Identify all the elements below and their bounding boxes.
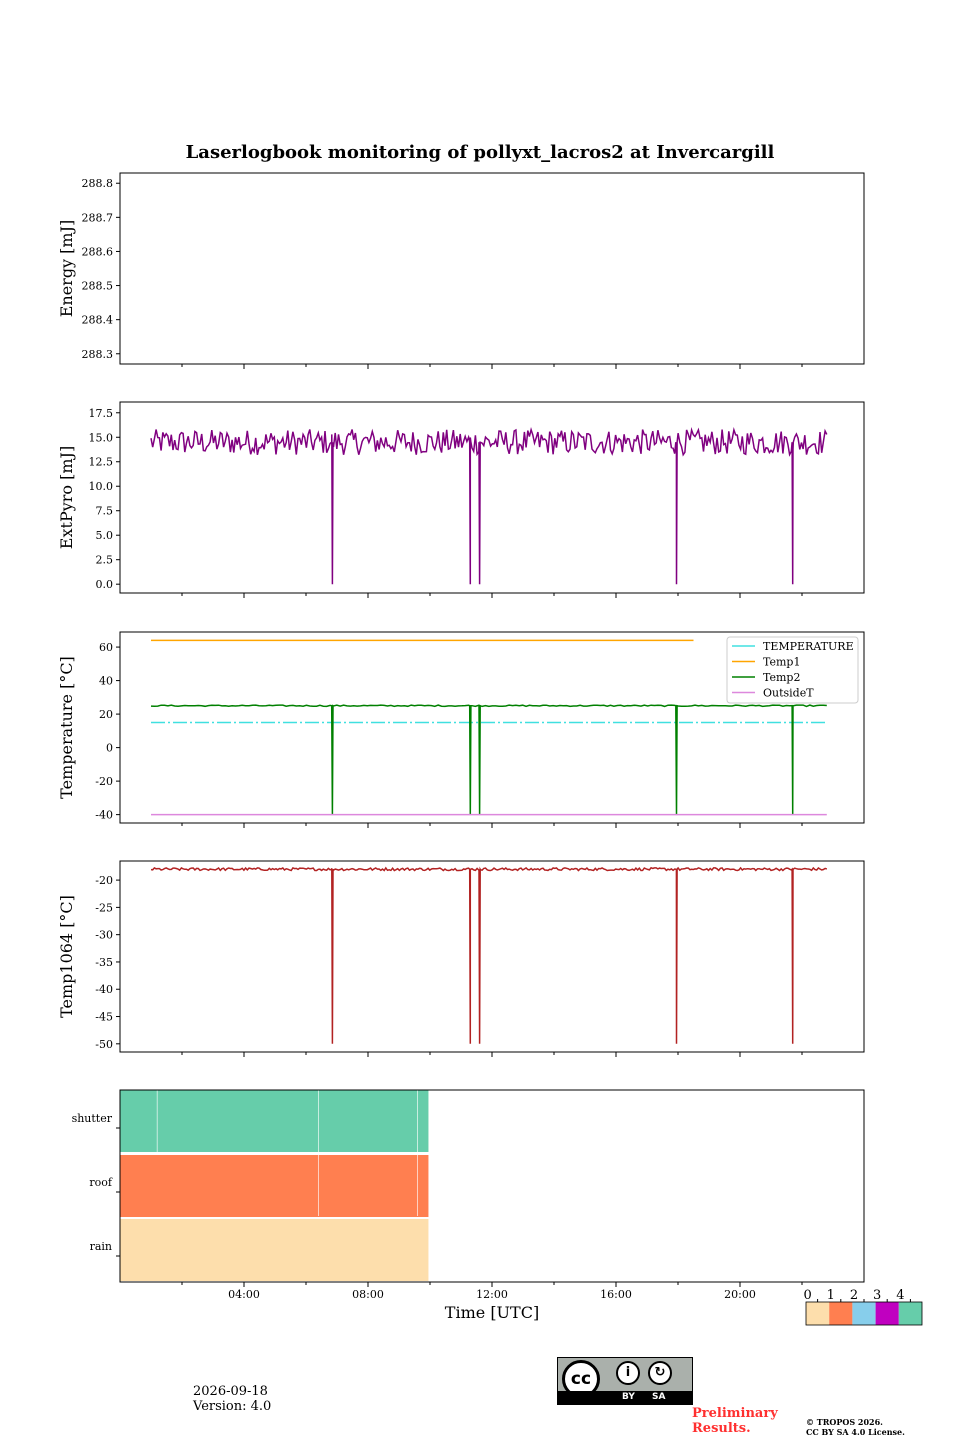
y-axis-label: Temperature [°C] <box>57 656 76 799</box>
preliminary-results: Preliminary Results. <box>692 1406 778 1436</box>
temp1064-panel-frame <box>119 860 865 1053</box>
chart-title: Laserlogbook monitoring of pollyxt_lacro… <box>186 142 775 163</box>
x-tick-label: 12:00 <box>476 1288 508 1301</box>
y-tick-label: 20 <box>99 708 113 721</box>
cc-license-bar: BY SA <box>558 1391 692 1404</box>
y-tick-label: -20 <box>95 874 113 887</box>
temperature-legend: TEMPERATURE Temp1 Temp2 OutsideT <box>726 636 859 704</box>
temp1064-series-line <box>150 866 828 1044</box>
cc-license-logo: cc i ↻ BY SA <box>557 1357 693 1405</box>
colorbar-segment-4 <box>898 1302 922 1325</box>
copyright-notice: © TROPOS 2026. CC BY SA 4.0 License. <box>806 1417 905 1437</box>
colorbar-label: 0 <box>803 1288 811 1303</box>
y-tick-label: 288.6 <box>82 245 114 258</box>
status-row-label: rain <box>90 1240 112 1253</box>
status-row-rain <box>120 1219 429 1281</box>
y-axis-label: Temp1064 [°C] <box>57 895 76 1018</box>
copyright-line-2: CC BY SA 4.0 License. <box>806 1427 905 1437</box>
x-axis-label: Time [UTC] <box>445 1303 539 1322</box>
y-axis-label: Energy [mJ] <box>57 220 76 318</box>
legend-entry: Temp1 <box>763 656 800 669</box>
legend-entry: TEMPERATURE <box>763 640 854 653</box>
by-person-icon: i <box>616 1361 640 1385</box>
status-row-label: shutter <box>72 1112 113 1125</box>
colorbar-label: 3 <box>873 1288 881 1303</box>
colorbar-label: 4 <box>896 1288 904 1303</box>
status-row-roof <box>120 1155 429 1217</box>
y-tick-label: 0.0 <box>96 578 114 591</box>
y-tick-label: -35 <box>95 956 113 969</box>
legend-entry: Temp2 <box>763 671 800 684</box>
energy-panel-frame <box>119 172 865 365</box>
colorbar-segment-3 <box>875 1302 899 1325</box>
status-row-shutter <box>120 1090 429 1152</box>
extpyro-panel-frame <box>119 401 865 594</box>
x-tick-label: 04:00 <box>228 1288 260 1301</box>
x-tick-label: 08:00 <box>352 1288 384 1301</box>
extpyro-series-line <box>150 426 828 585</box>
license-sa-label: SA <box>652 1392 666 1402</box>
y-tick-label: 60 <box>99 641 113 654</box>
y-tick-label: -20 <box>95 775 113 788</box>
y-tick-label: 288.7 <box>82 211 114 224</box>
colorbar-label: 2 <box>850 1288 858 1303</box>
y-tick-label: 288.5 <box>82 280 114 293</box>
colorbar-segment-0 <box>806 1302 830 1325</box>
y-tick-label: 5.0 <box>96 529 114 542</box>
y-tick-label: 288.8 <box>82 177 114 190</box>
y-tick-label: -40 <box>95 983 113 996</box>
panels: 288.3 288.4 288.5 288.6 288.7 288.8 Energy [mJ… <box>57 172 923 1326</box>
x-tick-label: 20:00 <box>724 1288 756 1301</box>
y-tick-label: 15.0 <box>89 431 114 444</box>
y-tick-label: -25 <box>95 901 113 914</box>
status-row-label: roof <box>89 1176 113 1189</box>
y-tick-label: 2.5 <box>96 554 114 567</box>
y-tick-label: 40 <box>99 675 113 688</box>
copyright-line-1: © TROPOS 2026. <box>806 1417 883 1427</box>
legend-entry: OutsideT <box>763 687 814 700</box>
colorbar-segment-1 <box>829 1302 853 1325</box>
y-tick-label: 288.4 <box>82 314 114 327</box>
y-tick-label: 7.5 <box>96 505 114 518</box>
temp2-series-line <box>150 704 827 815</box>
figure: Laserlogbook monitoring of pollyxt_lacro… <box>57 142 923 1326</box>
y-tick-label: 0 <box>106 742 113 755</box>
colorbar-segment-2 <box>852 1302 876 1325</box>
y-tick-label: -45 <box>95 1011 113 1024</box>
footer-date: 2026-09-18 <box>193 1384 268 1399</box>
y-axis-label: ExtPyro [mJ] <box>57 446 76 549</box>
colorbar-label: 1 <box>827 1288 835 1303</box>
y-tick-label: -50 <box>95 1038 113 1051</box>
y-tick-label: 12.5 <box>89 456 114 469</box>
x-tick-label: 16:00 <box>600 1288 632 1301</box>
y-tick-label: -40 <box>95 809 113 822</box>
y-tick-label: -30 <box>95 929 113 942</box>
license-by-label: BY <box>622 1392 635 1402</box>
sa-cycle-icon: ↻ <box>648 1361 672 1385</box>
y-tick-label: 10.0 <box>89 480 114 493</box>
footer-version: Version: 4.0 <box>193 1399 272 1414</box>
y-tick-label: 288.3 <box>82 348 114 361</box>
y-tick-label: 17.5 <box>89 407 114 420</box>
